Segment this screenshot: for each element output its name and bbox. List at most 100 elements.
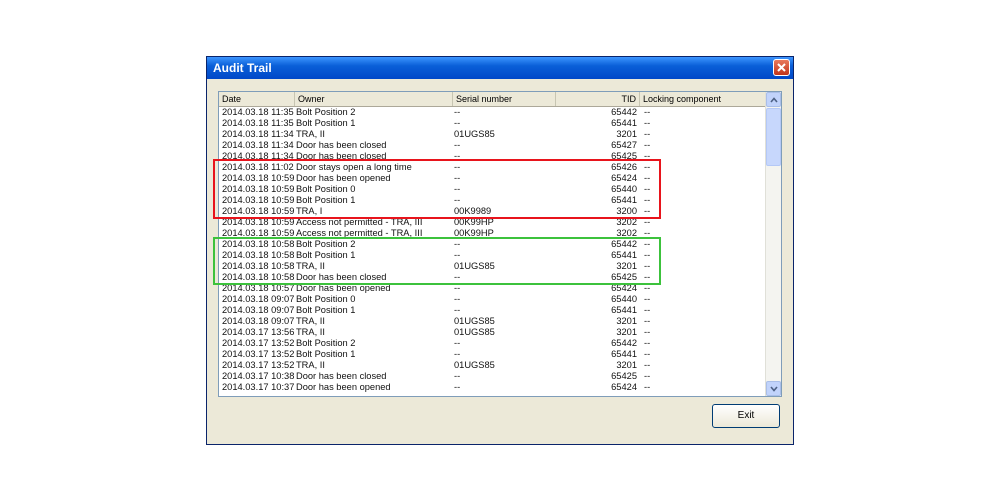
cell-serial: -- xyxy=(454,294,461,304)
cell-tid: 3201 xyxy=(616,129,637,139)
cell-locking-component: -- xyxy=(644,151,651,161)
cell-locking-component: -- xyxy=(644,162,651,172)
cell-owner: Bolt Position 1 xyxy=(296,118,356,128)
close-icon xyxy=(777,63,786,72)
column-header-date[interactable]: Date xyxy=(219,92,295,106)
cell-locking-component: -- xyxy=(644,228,651,238)
cell-locking-component: -- xyxy=(644,107,651,117)
cell-date: 2014.03.17 13:52 xyxy=(222,338,294,348)
scroll-thumb[interactable] xyxy=(766,108,781,166)
chevron-up-icon xyxy=(770,97,778,103)
cell-owner: Bolt Position 0 xyxy=(296,294,356,304)
scroll-up-button[interactable] xyxy=(766,92,781,107)
window-title: Audit Trail xyxy=(213,61,272,75)
cell-locking-component: -- xyxy=(644,206,651,216)
scroll-down-button[interactable] xyxy=(766,381,781,396)
table-row[interactable]: 2014.03.18 09:07 TRA, II 01UGS85 3201 -- xyxy=(219,316,767,327)
cell-owner: Bolt Position 2 xyxy=(296,338,356,348)
cell-owner: TRA, II xyxy=(296,360,325,370)
cell-tid: 65441 xyxy=(611,305,637,315)
cell-locking-component: -- xyxy=(644,195,651,205)
cell-date: 2014.03.17 10:38 xyxy=(222,371,294,381)
table-row[interactable]: 2014.03.17 13:52 Bolt Position 1 -- 65441 -- xyxy=(219,349,767,360)
cell-locking-component: -- xyxy=(644,118,651,128)
cell-tid: 65442 xyxy=(611,338,637,348)
cell-date: 2014.03.18 09:07 xyxy=(222,305,294,315)
cell-locking-component: -- xyxy=(644,338,651,348)
cell-owner: TRA, II xyxy=(296,327,325,337)
cell-tid: 65427 xyxy=(611,140,637,150)
column-header-locking-component[interactable]: Locking component xyxy=(640,92,767,106)
cell-tid: 3201 xyxy=(616,360,637,370)
cell-owner: TRA, II xyxy=(296,129,325,139)
cell-owner: Bolt Position 2 xyxy=(296,107,356,117)
cell-date: 2014.03.18 09:07 xyxy=(222,316,294,326)
cell-locking-component: -- xyxy=(644,305,651,315)
cell-date: 2014.03.18 11:35 xyxy=(222,107,294,117)
cell-serial: -- xyxy=(454,371,461,381)
cell-locking-component: -- xyxy=(644,382,651,392)
cell-locking-component: -- xyxy=(644,360,651,370)
cell-locking-component: -- xyxy=(644,173,651,183)
table-row[interactable]: 2014.03.18 11:34 TRA, II 01UGS85 3201 -- xyxy=(219,129,767,140)
list-header: Date Owner Serial number TID Locking com… xyxy=(219,92,767,107)
table-row[interactable]: 2014.03.17 13:52 TRA, II 01UGS85 3201 -- xyxy=(219,360,767,371)
table-row[interactable]: 2014.03.17 13:52 Bolt Position 2 -- 65442 -- xyxy=(219,338,767,349)
cell-tid: 65441 xyxy=(611,349,637,359)
cell-locking-component: -- xyxy=(644,261,651,271)
cell-owner: Bolt Position 1 xyxy=(296,349,356,359)
cell-locking-component: -- xyxy=(644,327,651,337)
cell-date: 2014.03.18 09:07 xyxy=(222,294,294,304)
table-row[interactable]: 2014.03.18 09:07 Bolt Position 1 -- 65441 -- xyxy=(219,305,767,316)
cell-serial: 01UGS85 xyxy=(454,360,495,370)
table-row[interactable]: 2014.03.17 13:56 TRA, II 01UGS85 3201 -- xyxy=(219,327,767,338)
cell-serial: -- xyxy=(454,305,461,315)
cell-serial: -- xyxy=(454,107,461,117)
cell-locking-component: -- xyxy=(644,294,651,304)
cell-date: 2014.03.17 13:56 xyxy=(222,327,294,337)
cell-tid: 65442 xyxy=(611,107,637,117)
cell-serial: -- xyxy=(454,140,461,150)
chevron-down-icon xyxy=(770,386,778,392)
column-header-serial[interactable]: Serial number xyxy=(453,92,556,106)
cell-locking-component: -- xyxy=(644,140,651,150)
cell-serial: -- xyxy=(454,349,461,359)
cell-owner: Bolt Position 1 xyxy=(296,305,356,315)
cell-tid: 65424 xyxy=(611,382,637,392)
cell-tid: 3201 xyxy=(616,316,637,326)
cell-locking-component: -- xyxy=(644,349,651,359)
vertical-scrollbar[interactable] xyxy=(765,92,781,396)
cell-tid: 65440 xyxy=(611,294,637,304)
cell-locking-component: -- xyxy=(644,283,651,293)
table-row[interactable]: 2014.03.18 11:34 Door has been closed -- 65… xyxy=(219,140,767,151)
column-header-owner[interactable]: Owner xyxy=(295,92,453,106)
cell-locking-component: -- xyxy=(644,239,651,249)
cell-tid: 3201 xyxy=(616,327,637,337)
highlight-box-green xyxy=(213,237,661,285)
table-row[interactable]: 2014.03.17 10:38 Door has been closed -- 65… xyxy=(219,371,767,382)
column-header-tid[interactable]: TID xyxy=(556,92,640,106)
close-button[interactable] xyxy=(773,59,790,76)
table-row[interactable]: 2014.03.18 11:35 Bolt Position 1 -- 65441 -- xyxy=(219,118,767,129)
cell-locking-component: -- xyxy=(644,371,651,381)
cell-owner: Door has been opened xyxy=(296,382,391,392)
cell-locking-component: -- xyxy=(644,217,651,227)
cell-serial: 01UGS85 xyxy=(454,316,495,326)
cell-date: 2014.03.18 11:34 xyxy=(222,129,294,139)
cell-serial: 01UGS85 xyxy=(454,327,495,337)
exit-button[interactable]: Exit xyxy=(712,404,780,428)
highlight-box-red xyxy=(213,159,661,219)
cell-owner: Door has been closed xyxy=(296,140,387,150)
cell-date: 2014.03.18 11:34 xyxy=(222,140,294,150)
table-row[interactable]: 2014.03.17 10:37 Door has been opened -- 65… xyxy=(219,382,767,393)
cell-serial: -- xyxy=(454,382,461,392)
cell-tid: 65441 xyxy=(611,118,637,128)
cell-date: 2014.03.17 13:52 xyxy=(222,360,294,370)
title-bar[interactable]: Audit Trail xyxy=(207,57,793,79)
cell-owner: TRA, II xyxy=(296,316,325,326)
cell-serial: -- xyxy=(454,118,461,128)
table-row[interactable]: 2014.03.18 09:07 Bolt Position 0 -- 65440 -- xyxy=(219,294,767,305)
cell-locking-component: -- xyxy=(644,129,651,139)
cell-locking-component: -- xyxy=(644,250,651,260)
table-row[interactable]: 2014.03.18 11:35 Bolt Position 2 -- 65442 -- xyxy=(219,107,767,118)
